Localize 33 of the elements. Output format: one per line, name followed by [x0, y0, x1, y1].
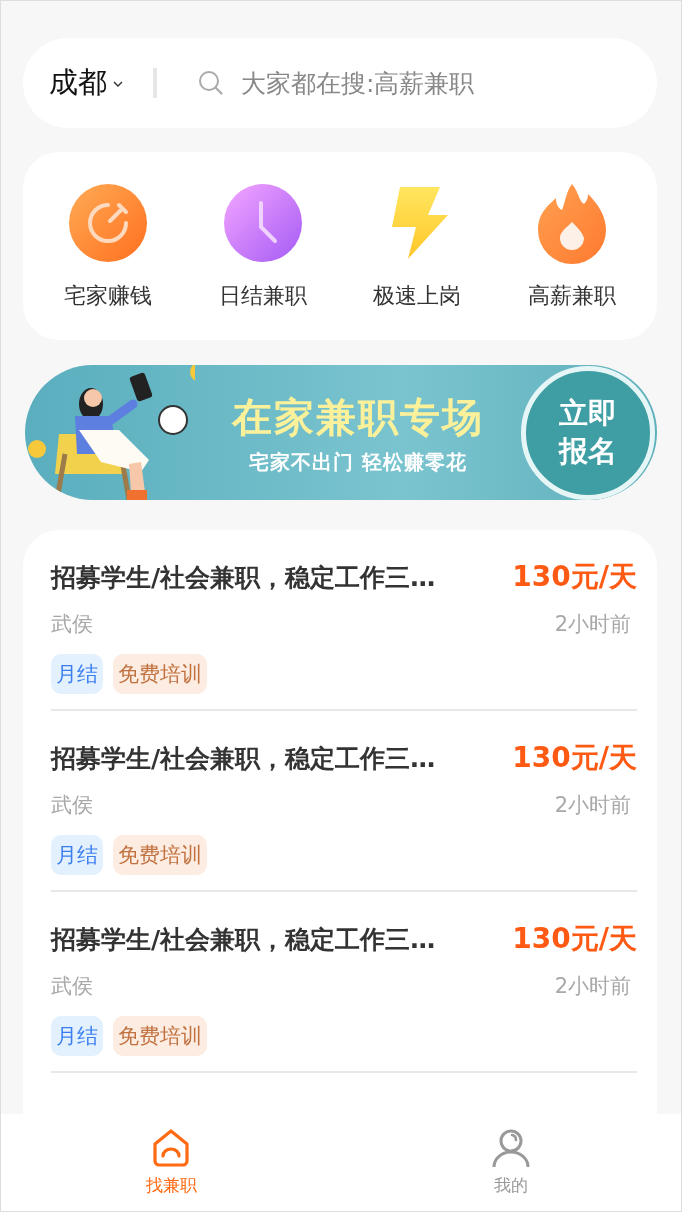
- job-tag: 免费培训: [113, 835, 207, 875]
- posted-time: 2小时前: [554, 611, 631, 638]
- salary-text: 130元/天: [512, 921, 637, 957]
- job-title[interactable]: 招募学生/社会兼职，稳定工作三…: [51, 560, 436, 594]
- search-icon: [197, 69, 225, 97]
- job-tag: 免费培训: [113, 1016, 207, 1056]
- home-icon: [151, 1128, 191, 1168]
- location-text: 武侯: [51, 611, 93, 638]
- posted-time: 2小时前: [554, 973, 631, 1000]
- salary-text: 130元/天: [512, 740, 637, 776]
- person-icon: [491, 1128, 531, 1168]
- stopwatch-icon: [68, 183, 149, 263]
- job-title[interactable]: 招募学生/社会兼职，稳定工作三…: [51, 922, 436, 956]
- clock-icon: [222, 183, 303, 263]
- posted-time: 2小时前: [554, 792, 631, 819]
- job-title[interactable]: 招募学生/社会兼职，稳定工作三…: [51, 741, 436, 775]
- city-selector[interactable]: 成都: [49, 63, 123, 103]
- category-item[interactable]: 极速上岗: [347, 181, 488, 311]
- flame-icon: [535, 182, 608, 264]
- banner-title: 在家兼职专场: [232, 392, 484, 442]
- category-item[interactable]: 高薪兼职: [501, 181, 642, 311]
- location-text: 武侯: [51, 792, 93, 819]
- job-tag: 月结: [51, 835, 103, 875]
- location-text: 武侯: [51, 973, 93, 1000]
- job-tag: 月结: [51, 654, 103, 694]
- banner-subtitle: 宅家不出门 轻松赚零花: [249, 448, 467, 476]
- category-item[interactable]: 宅家赚钱: [38, 181, 179, 311]
- job-tag: 月结: [51, 1016, 103, 1056]
- caret-icon: [113, 81, 123, 87]
- category-item[interactable]: 日结兼职: [192, 181, 333, 311]
- salary-text: 130元/天: [512, 559, 637, 595]
- search-field[interactable]: 大家都在搜:高薪兼职: [197, 67, 631, 99]
- job-tag: 免费培训: [113, 654, 207, 694]
